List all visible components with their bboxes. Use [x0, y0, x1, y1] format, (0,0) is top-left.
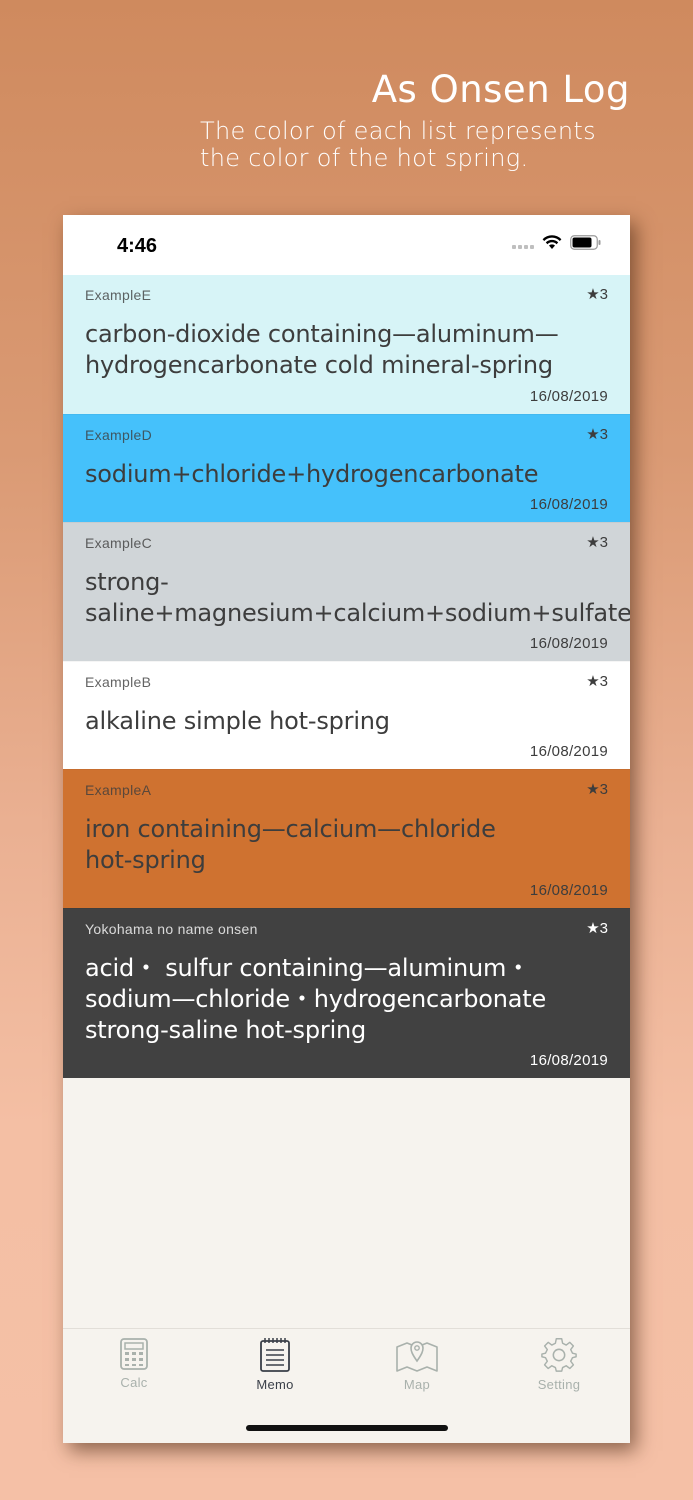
visit-date: 16/08/2019 — [529, 743, 608, 760]
spring-quality-line: hydrogencarbonate cold mineral-spring — [85, 351, 553, 379]
spring-quality: acid・ sulfur containing—aluminum・ sodium—… — [85, 953, 610, 1046]
promo-subtitle: The color of each list represents the co… — [200, 118, 630, 172]
home-indicator — [246, 1425, 448, 1431]
status-time: 4:46 — [117, 235, 158, 257]
rating-badge: ★3 — [586, 426, 608, 443]
tab-label: Setting — [537, 1377, 581, 1392]
promo-title: As Onsen Log — [371, 68, 630, 111]
tab-calc[interactable]: Calc — [84, 1337, 184, 1390]
wifi-icon — [542, 235, 562, 249]
spring-quality-line: saline+magnesium+calcium+sodium+sulfate — [85, 599, 630, 627]
spring-quality: carbon-dioxide containing—aluminum— hydro… — [85, 319, 610, 381]
onsen-name: ExampleB — [85, 674, 152, 690]
spring-quality-line: iron containing—calcium—chloride — [85, 815, 496, 843]
memo-icon — [260, 1338, 290, 1372]
visit-date: 16/08/2019 — [529, 635, 608, 652]
spring-quality-line: strong- — [85, 568, 169, 596]
visit-date: 16/08/2019 — [529, 1052, 608, 1069]
map-icon — [396, 1341, 438, 1372]
spring-quality-line: carbon-dioxide containing—aluminum— — [85, 320, 559, 348]
memo-list-item[interactable]: ExampleA ★3 iron containing—calcium—chlori… — [63, 769, 630, 908]
spring-quality: sodium+chloride+hydrogencarbonate — [85, 459, 610, 490]
visit-date: 16/08/2019 — [529, 388, 608, 405]
memo-list-item[interactable]: Yokohama no name onsen ★3 acid・ sulfur con… — [63, 908, 630, 1078]
spring-quality: iron containing—calcium—chloride hot-spri… — [85, 814, 610, 876]
tab-label: Calc — [120, 1375, 148, 1390]
tab-memo[interactable]: Memo — [225, 1337, 325, 1392]
tab-setting[interactable]: Setting — [509, 1337, 609, 1392]
battery-icon — [570, 235, 601, 250]
visit-date: 16/08/2019 — [529, 496, 608, 513]
spring-quality-line: alkaline simple hot-spring — [85, 707, 390, 735]
spring-quality-line: acid・ sulfur containing—aluminum・ — [85, 954, 531, 982]
spring-quality-line: sodium+chloride+hydrogencarbonate — [85, 460, 539, 488]
spring-quality: alkaline simple hot-spring — [85, 706, 610, 737]
onsen-name: ExampleD — [85, 427, 152, 443]
tab-map[interactable]: Map — [367, 1337, 467, 1392]
tab-label: Map — [403, 1377, 431, 1392]
phone-screen: 4:46 ExampleE ★3 carbon-dioxide containing… — [63, 215, 630, 1443]
rating-badge: ★3 — [586, 286, 608, 303]
onsen-name: Yokohama no name onsen — [85, 921, 258, 937]
gear-icon — [541, 1338, 577, 1372]
spring-quality-line: strong-saline hot-spring — [85, 1016, 367, 1044]
rating-badge: ★3 — [586, 920, 608, 937]
tab-label: Memo — [256, 1377, 294, 1392]
spring-quality: strong-saline+magnesium+calcium+sodium+s… — [85, 567, 630, 629]
status-bar: 4:46 — [63, 215, 630, 275]
spring-quality-line: sodium—chloride・hydrogencarbonate — [85, 985, 547, 1013]
onsen-name: ExampleE — [85, 287, 152, 303]
memo-list-item[interactable]: ExampleE ★3 carbon-dioxide containing—alum… — [63, 275, 630, 414]
rating-badge: ★3 — [586, 781, 608, 798]
promo-subtitle-line: The color of each list represents — [200, 117, 596, 145]
memo-list-item[interactable]: ExampleD ★3 sodium+chloride+hydrogencarbon… — [63, 414, 630, 522]
status-icons — [512, 235, 602, 250]
memo-list: ExampleE ★3 carbon-dioxide containing—alum… — [63, 275, 630, 1078]
rating-badge: ★3 — [586, 534, 608, 551]
cellular-signal-icon — [512, 237, 534, 249]
promo-subtitle-line: the color of the hot spring. — [200, 144, 529, 172]
visit-date: 16/08/2019 — [529, 882, 608, 899]
calculator-icon — [120, 1338, 148, 1370]
memo-list-item[interactable]: ExampleB ★3 alkaline simple hot-spring 16/0… — [63, 661, 630, 769]
onsen-name: ExampleC — [85, 535, 152, 551]
memo-list-item[interactable]: ExampleC ★3 strong-saline+magnesium+calciu… — [63, 522, 630, 661]
spring-quality-line: hot-spring — [85, 846, 206, 874]
rating-badge: ★3 — [586, 673, 608, 690]
onsen-name: ExampleA — [85, 782, 152, 798]
